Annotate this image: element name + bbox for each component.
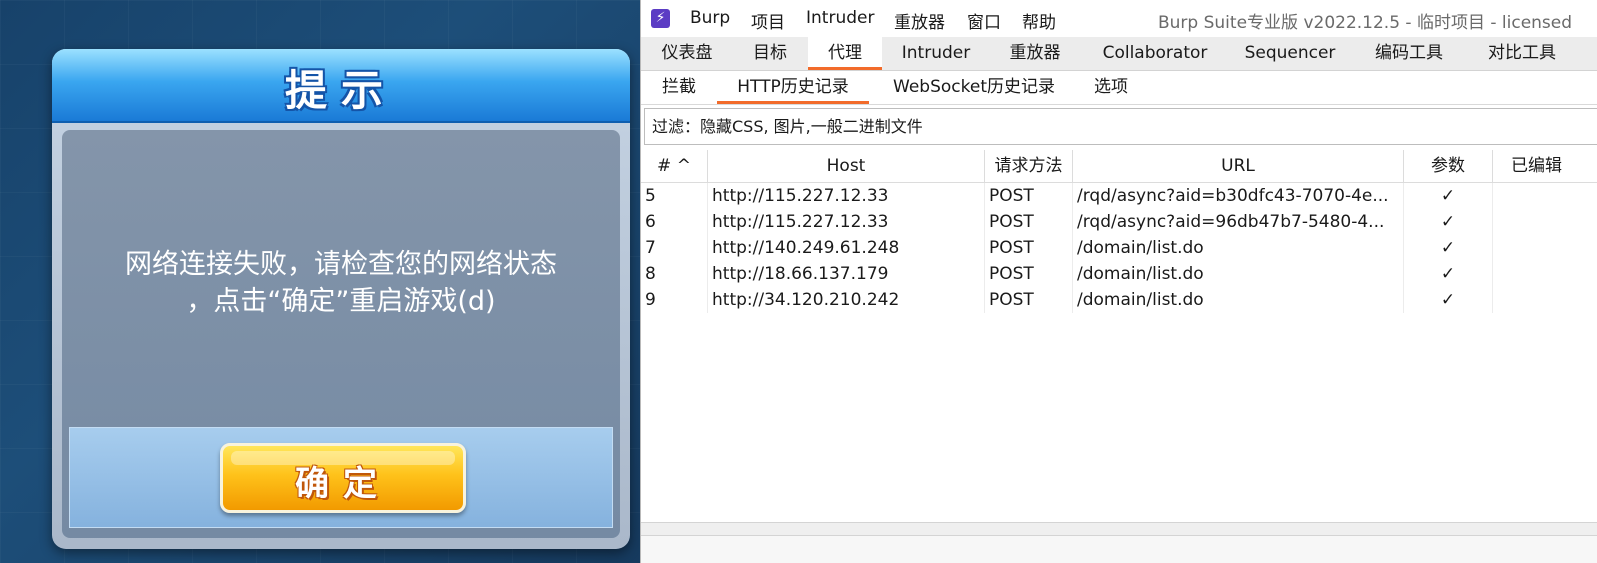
check-icon: ✓ [1404, 287, 1493, 313]
tab-options[interactable]: 选项 [1081, 71, 1141, 104]
menu-help[interactable]: 帮助 [1022, 8, 1056, 33]
tab-sequencer[interactable]: Sequencer [1238, 37, 1342, 70]
cell-host: http://34.120.210.242 [708, 287, 985, 313]
menu-bar: ⚡ Burp 项目 Intruder 重放器 窗口 帮助 Burp Suite专… [641, 0, 1597, 37]
cell-number: 8 [641, 261, 708, 287]
check-icon: ✓ [1404, 261, 1493, 287]
column-header-host[interactable]: Host [708, 150, 985, 183]
column-header-edited[interactable]: 已编辑 [1493, 150, 1597, 183]
cell-method: POST [985, 235, 1073, 261]
cell-edited [1493, 235, 1597, 261]
tab-websocket-history[interactable]: WebSocket历史记录 [881, 71, 1067, 104]
table-row[interactable]: 8 http://18.66.137.179 POST /domain/list… [641, 261, 1597, 287]
cell-method: POST [985, 209, 1073, 235]
cell-number: 6 [641, 209, 708, 235]
dialog-footer: 确定 [69, 427, 613, 528]
cell-host: http://18.66.137.179 [708, 261, 985, 287]
table-row[interactable]: 9 http://34.120.210.242 POST /domain/lis… [641, 287, 1597, 313]
column-header-number[interactable]: # ^ [641, 150, 708, 183]
cell-number: 7 [641, 235, 708, 261]
tab-http-history[interactable]: HTTP历史记录 [717, 71, 869, 104]
dialog-body: 网络连接失败，请检查您的网络状态 ，点击“确定”重启游戏(d) 确定 [62, 130, 620, 538]
table-row[interactable]: 7 http://140.249.61.248 POST /domain/lis… [641, 235, 1597, 261]
network-error-dialog: 提示 网络连接失败，请检查您的网络状态 ，点击“确定”重启游戏(d) 确定 [52, 49, 630, 549]
cell-url: /rqd/async?aid=b30dfc43-7070-4e... [1073, 183, 1404, 209]
burp-suite-window: ⚡ Burp 项目 Intruder 重放器 窗口 帮助 Burp Suite专… [640, 0, 1597, 563]
filter-bar[interactable]: 过滤：隐藏CSS, 图片,一般二进制文件 [644, 108, 1597, 145]
horizontal-scrollbar[interactable] [641, 522, 1597, 535]
window-title: Burp Suite专业版 v2022.12.5 - 临时项目 - licens… [1158, 13, 1573, 33]
proxy-tabs: 拦截 HTTP历史记录 WebSocket历史记录 选项 [641, 71, 1597, 105]
cell-method: POST [985, 287, 1073, 313]
cell-method: POST [985, 261, 1073, 287]
confirm-button-label: 确定 [295, 464, 391, 504]
menu-repeater[interactable]: 重放器 [894, 8, 945, 33]
tab-intercept[interactable]: 拦截 [651, 71, 707, 104]
cell-host: http://115.227.12.33 [708, 209, 985, 235]
cell-edited [1493, 261, 1597, 287]
tab-comparer[interactable]: 对比工具 [1477, 37, 1567, 70]
cell-method: POST [985, 183, 1073, 209]
lightning-icon: ⚡ [651, 9, 670, 28]
cell-number: 9 [641, 287, 708, 313]
cell-edited [1493, 183, 1597, 209]
dialog-title: 提示 [284, 66, 397, 115]
column-header-url[interactable]: URL [1073, 150, 1404, 183]
table-row[interactable]: 6 http://115.227.12.33 POST /rqd/async?a… [641, 209, 1597, 235]
cell-url: /rqd/async?aid=96db47b7-5480-4... [1073, 209, 1404, 235]
main-tabs: 仪表盘 目标 代理 Intruder 重放器 Collaborator Sequ… [641, 37, 1597, 71]
cell-edited [1493, 287, 1597, 313]
cell-number: 5 [641, 183, 708, 209]
tab-proxy[interactable]: 代理 [808, 37, 882, 70]
menu-project[interactable]: 项目 [751, 8, 785, 33]
tab-dashboard[interactable]: 仪表盘 [651, 37, 723, 70]
tab-decoder[interactable]: 编码工具 [1363, 37, 1455, 70]
cell-edited [1493, 209, 1597, 235]
http-history-table: # ^ Host 请求方法 URL 参数 已编辑 5 http://115.22… [641, 150, 1597, 522]
table-row[interactable]: 5 http://115.227.12.33 POST /rqd/async?a… [641, 183, 1597, 209]
request-detail-pane [641, 535, 1597, 563]
menu-window[interactable]: 窗口 [967, 8, 1001, 33]
dialog-message: 网络连接失败，请检查您的网络状态 ，点击“确定”重启游戏(d) [125, 249, 557, 317]
confirm-button[interactable]: 确定 [220, 443, 466, 513]
menu-intruder[interactable]: Intruder [806, 8, 874, 28]
cell-host: http://115.227.12.33 [708, 183, 985, 209]
cell-url: /domain/list.do [1073, 287, 1404, 313]
tab-intruder[interactable]: Intruder [894, 37, 978, 70]
check-icon: ✓ [1404, 183, 1493, 209]
column-header-params[interactable]: 参数 [1404, 150, 1493, 183]
dialog-header: 提示 [52, 49, 630, 123]
tab-target[interactable]: 目标 [737, 37, 803, 70]
column-header-method[interactable]: 请求方法 [985, 150, 1073, 183]
cell-host: http://140.249.61.248 [708, 235, 985, 261]
cell-url: /domain/list.do [1073, 235, 1404, 261]
check-icon: ✓ [1404, 235, 1493, 261]
game-screen: 提示 网络连接失败，请检查您的网络状态 ，点击“确定”重启游戏(d) 确定 [0, 0, 640, 563]
menu-burp[interactable]: Burp [690, 8, 730, 28]
tab-collaborator[interactable]: Collaborator [1093, 37, 1217, 70]
cell-url: /domain/list.do [1073, 261, 1404, 287]
tab-repeater[interactable]: 重放器 [998, 37, 1072, 70]
check-icon: ✓ [1404, 209, 1493, 235]
